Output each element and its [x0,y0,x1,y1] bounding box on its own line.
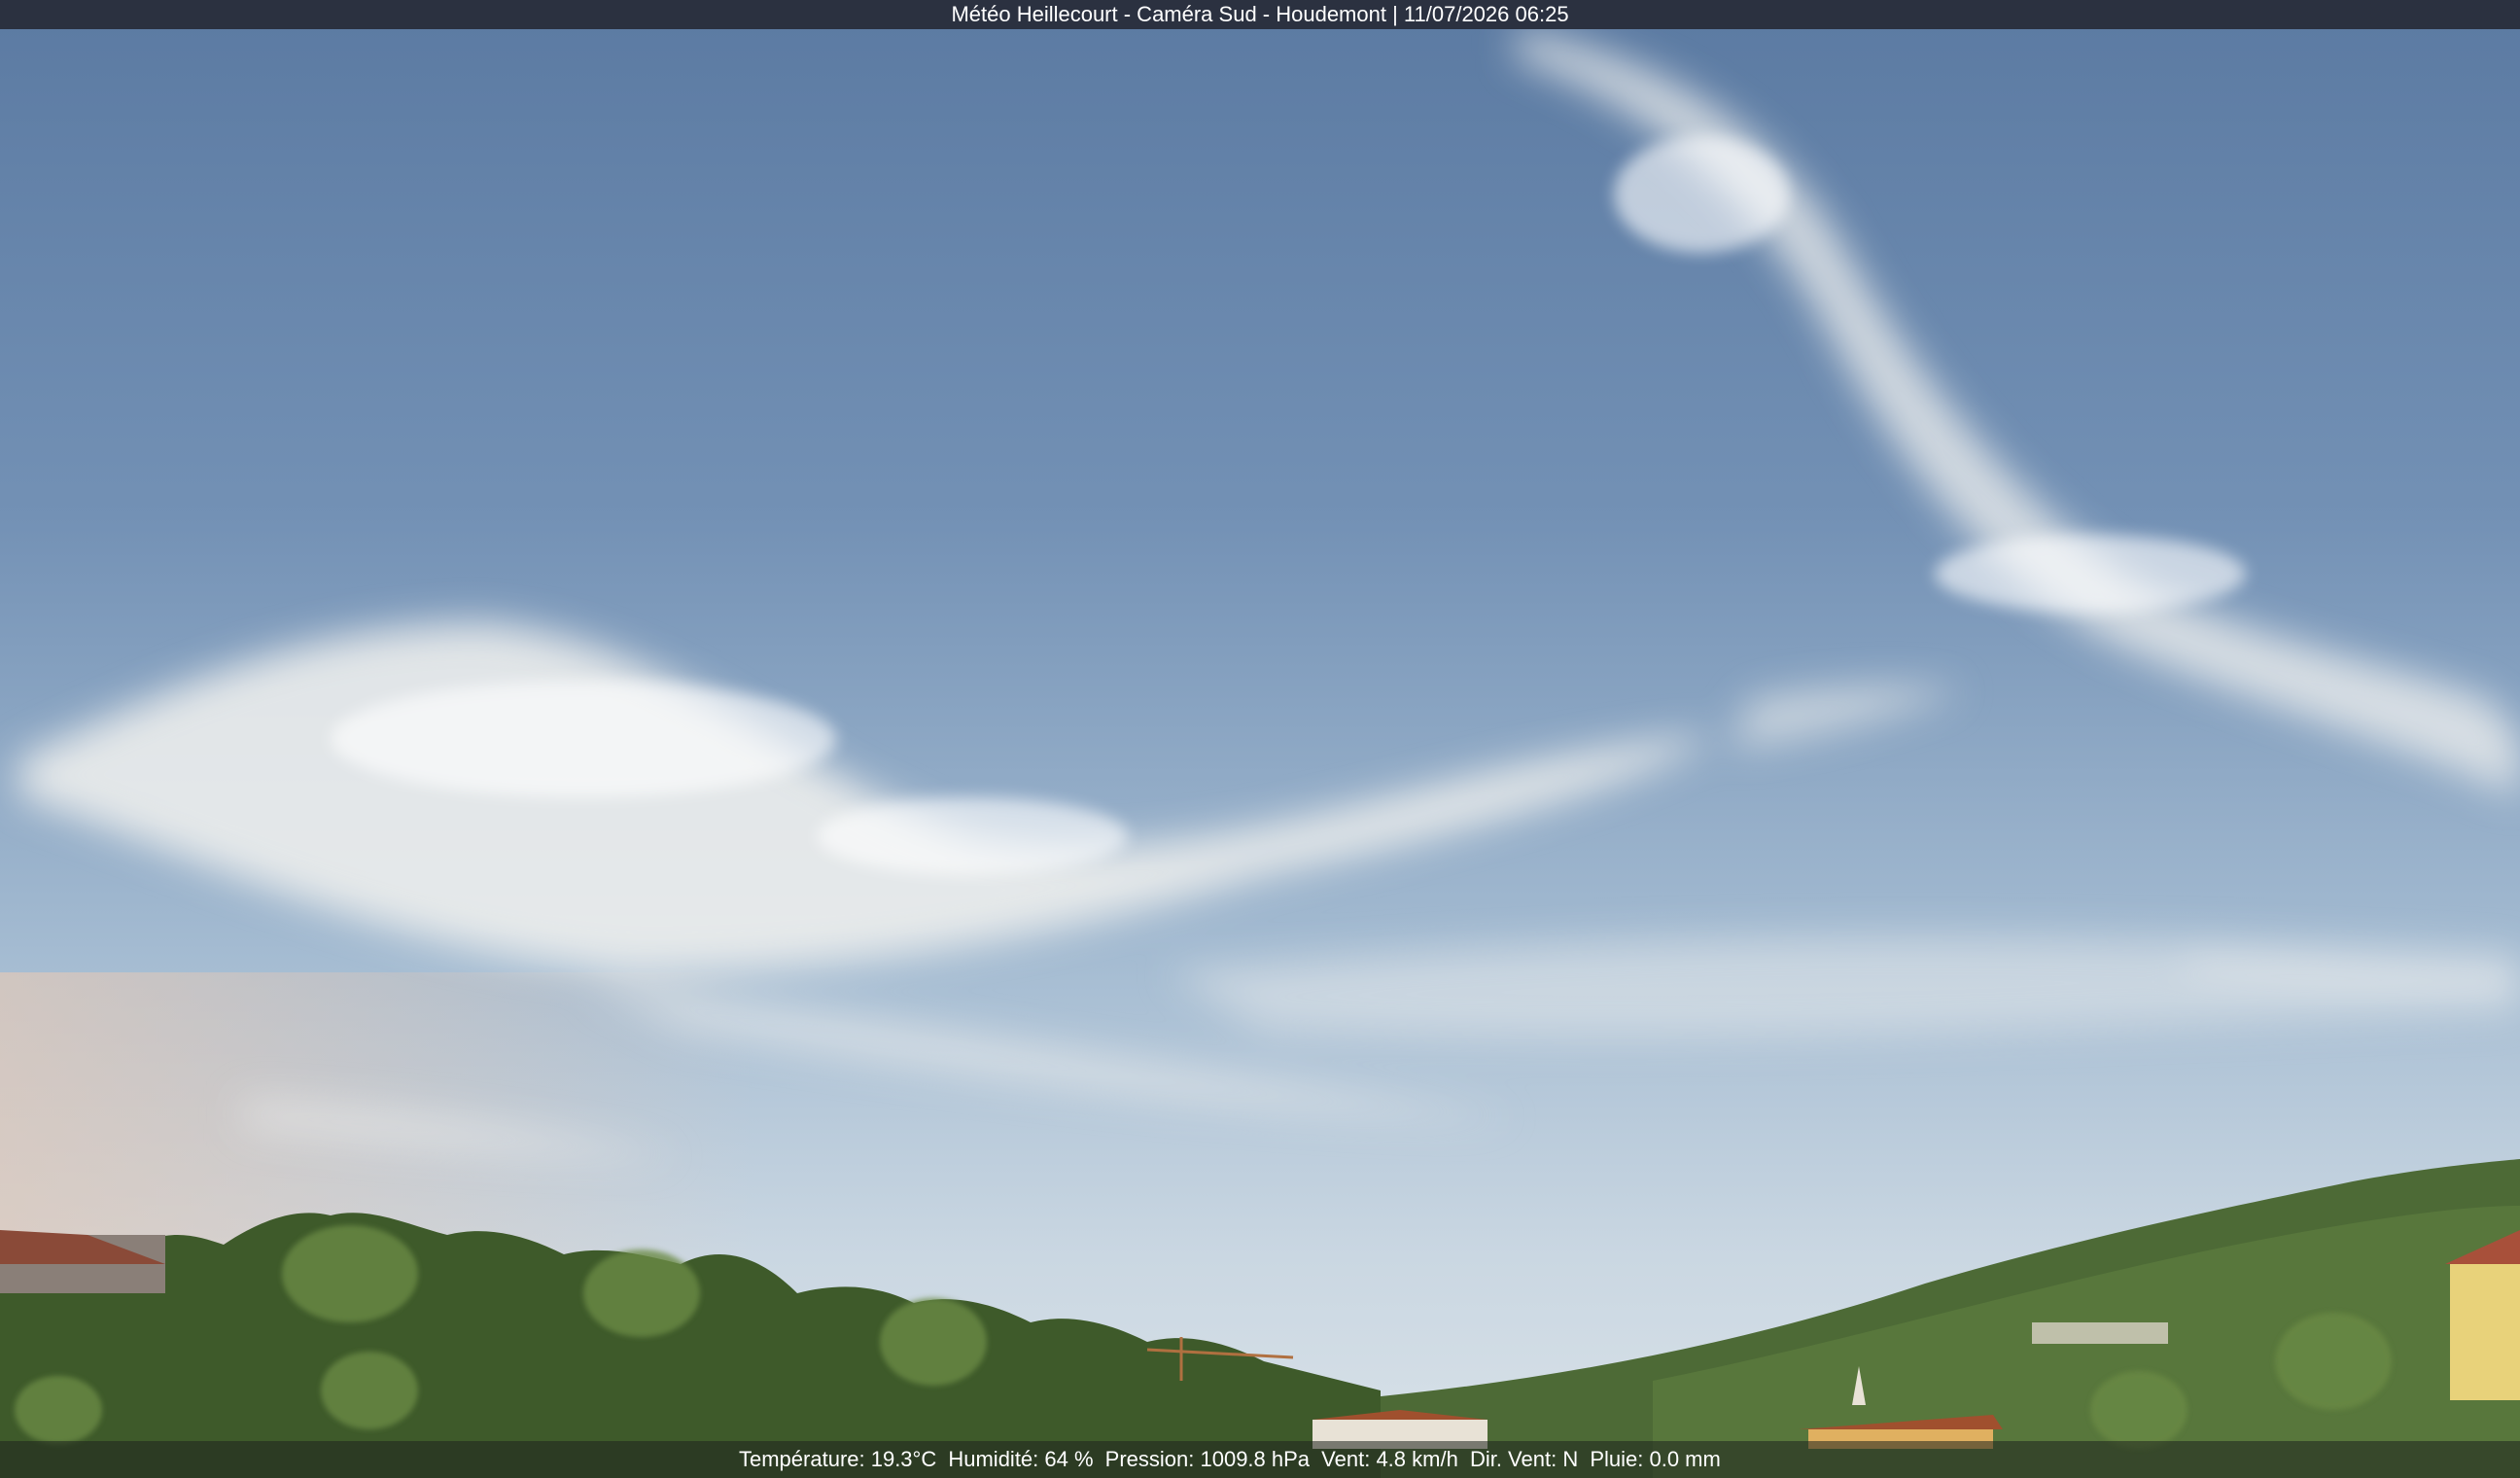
humidity-readout: Humidité: 64 % [948,1447,1094,1471]
webcam-image [0,0,2520,1478]
weather-info-bar: Température: 19.3°C Humidité: 64 % Press… [0,1441,2520,1478]
pressure-readout: Pression: 1009.8 hPa [1104,1447,1311,1471]
wind-direction-readout: Dir. Vent: N [1469,1447,1579,1471]
camera-title-bar: Météo Heillecourt - Caméra Sud - Houdemo… [0,0,2520,29]
temperature-readout: Température: 19.3°C [739,1447,937,1471]
wind-readout: Vent: 4.8 km/h [1321,1447,1458,1471]
camera-title: Météo Heillecourt - Caméra Sud - Houdemo… [951,2,1569,26]
rain-readout: Pluie: 0.0 mm [1590,1447,1721,1471]
